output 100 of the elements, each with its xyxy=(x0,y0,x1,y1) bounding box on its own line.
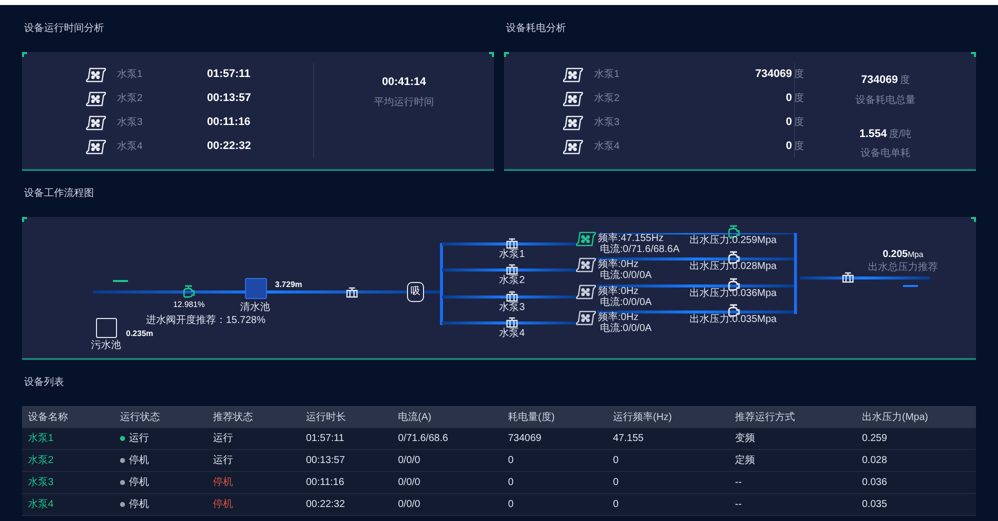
table-cell-text: 01:57:11 xyxy=(305,432,346,446)
current-text: 电流:0/0/0A xyxy=(600,271,652,281)
tank-icon xyxy=(96,318,117,338)
table-cell-text: 00:13:57 xyxy=(305,454,346,468)
section-title: 设备运行时间分析 xyxy=(24,24,105,34)
table-cell-text: 0 xyxy=(612,454,620,468)
current-text: 电流:0/71.6/68.6A xyxy=(600,245,680,255)
table-cell-text: -- xyxy=(734,476,743,490)
frequency-text: 频率:0Hz xyxy=(598,260,639,270)
column-header: 运行状态 xyxy=(119,410,161,424)
runtime-value: 00:13:57 xyxy=(207,91,252,106)
power-value: 734069 xyxy=(755,67,792,82)
unit-label: 度 xyxy=(794,140,804,154)
unit-label: 度 xyxy=(794,92,804,106)
column-header: 推荐运行方式 xyxy=(734,410,796,424)
summary-value: 00:41:14 xyxy=(382,75,426,90)
table-cell-text: 00:22:32 xyxy=(305,498,346,512)
unit-label: 度 xyxy=(794,116,804,130)
status-text: 停机 xyxy=(129,454,149,468)
pump-label: 水泵4 xyxy=(499,329,525,339)
unit-label: 度 xyxy=(794,68,804,82)
summary-label: 平均运行时间 xyxy=(374,96,434,110)
pressure-label: 出水总压力推荐 xyxy=(868,263,938,273)
pump-name: 水泵4 xyxy=(117,140,144,154)
runtime-value: 01:57:11 xyxy=(207,67,250,82)
table-cell-text: -- xyxy=(734,498,743,512)
column-header: 运行时长 xyxy=(305,410,347,424)
tank-label: 污水池 xyxy=(91,341,121,351)
table-cell-text: 水泵2 xyxy=(27,454,55,468)
table-cell-text: 0.259 xyxy=(861,432,888,446)
water-level: 0.235m xyxy=(126,330,154,338)
table-cell-text: 00:11:16 xyxy=(305,476,346,490)
table-cell-text: 0.028 xyxy=(861,454,888,468)
frequency-text: 频率:0Hz xyxy=(598,287,639,297)
status-text: 停机 xyxy=(129,476,149,490)
tank-label: 清水池 xyxy=(240,303,270,313)
table-cell-text: 0/0/0 xyxy=(397,476,422,490)
pump-name: 水泵3 xyxy=(594,116,621,130)
table-cell-text: 0.035 xyxy=(861,498,888,512)
pump-name: 水泵2 xyxy=(594,92,621,106)
table-cell-text: 47.155 xyxy=(612,432,645,446)
pump-label: 水泵3 xyxy=(499,303,525,313)
runtime-value: 00:11:16 xyxy=(207,115,250,130)
pump-label: 水泵2 xyxy=(499,276,525,286)
table-cell-text: 0/71.6/68.6 xyxy=(397,432,450,446)
column-header: 推荐状态 xyxy=(212,410,254,424)
table-cell-text: 0 xyxy=(507,498,515,512)
pressure-text: 出水压力:0.259Mpa xyxy=(689,236,777,246)
status-text: 运行 xyxy=(129,432,149,446)
table-cell-text: 水泵4 xyxy=(27,498,55,512)
table-cell-text: 0.036 xyxy=(861,476,888,490)
column-header: 设备名称 xyxy=(27,410,69,424)
status-text: 停机 xyxy=(129,498,149,512)
table-cell-text: 变频 xyxy=(734,432,756,446)
power-value: 0 xyxy=(786,91,792,106)
summary-label: 设备耗电总量 xyxy=(856,94,916,108)
valve-icon xyxy=(506,291,518,302)
recommendation-text: 进水阀开度推荐：15.728% xyxy=(146,316,266,326)
column-header: 耗电量(度) xyxy=(507,410,556,424)
valve-icon xyxy=(842,272,854,283)
table-cell-text: 水泵1 xyxy=(27,432,55,446)
summary-value: 734069 xyxy=(861,73,898,88)
table-cell-text: 0 xyxy=(612,498,620,512)
runtime-value: 00:22:32 xyxy=(207,139,252,154)
pump-name: 水泵4 xyxy=(594,140,621,154)
fan-icon xyxy=(562,90,584,106)
current-text: 电流:0/0/0A xyxy=(600,324,652,334)
valve-opening: 12.981% xyxy=(173,301,205,309)
column-header: 出水压力(Mpa) xyxy=(861,410,930,424)
table-cell-text: 0 xyxy=(612,476,620,490)
current-text: 电流:0/0/0A xyxy=(600,298,652,308)
fan-icon xyxy=(85,90,107,106)
water-level: 3.729m xyxy=(275,281,302,289)
table-cell-text: 停机 xyxy=(212,498,234,512)
frequency-text: 频率:47.155Hz xyxy=(598,234,664,244)
fan-icon xyxy=(85,66,107,82)
valve-icon xyxy=(506,317,518,328)
table-cell-text: 0/0/0 xyxy=(397,454,422,468)
pressure-text: 出水压力:0.028Mpa xyxy=(689,262,777,272)
total-pressure: 0.205Mpa xyxy=(882,248,924,261)
frequency-text: 频率:0Hz xyxy=(598,313,639,323)
fan-icon xyxy=(85,114,107,130)
section-title: 设备耗电分析 xyxy=(506,24,567,34)
table-cell-text: 运行 xyxy=(212,432,234,446)
table-cell-text: 定频 xyxy=(734,454,756,468)
unit-label: 度 xyxy=(900,74,910,88)
pressure-text: 出水压力:0.036Mpa xyxy=(689,289,777,299)
power-value: 0 xyxy=(786,139,792,154)
pressure-text: 出水压力:0.035Mpa xyxy=(689,315,777,325)
tank-icon: 吸 xyxy=(407,282,424,302)
power-value: 0 xyxy=(786,115,792,130)
pump-name: 水泵3 xyxy=(117,116,144,130)
fan-icon xyxy=(562,66,584,82)
valve-icon xyxy=(346,287,358,298)
pump-label: 水泵1 xyxy=(499,250,525,260)
fan-icon xyxy=(85,138,107,154)
column-header: 运行频率(Hz) xyxy=(612,410,673,424)
valve-icon xyxy=(506,264,518,275)
summary-label: 设备电单耗 xyxy=(860,146,910,161)
unit-label: 度/吨 xyxy=(888,128,912,142)
